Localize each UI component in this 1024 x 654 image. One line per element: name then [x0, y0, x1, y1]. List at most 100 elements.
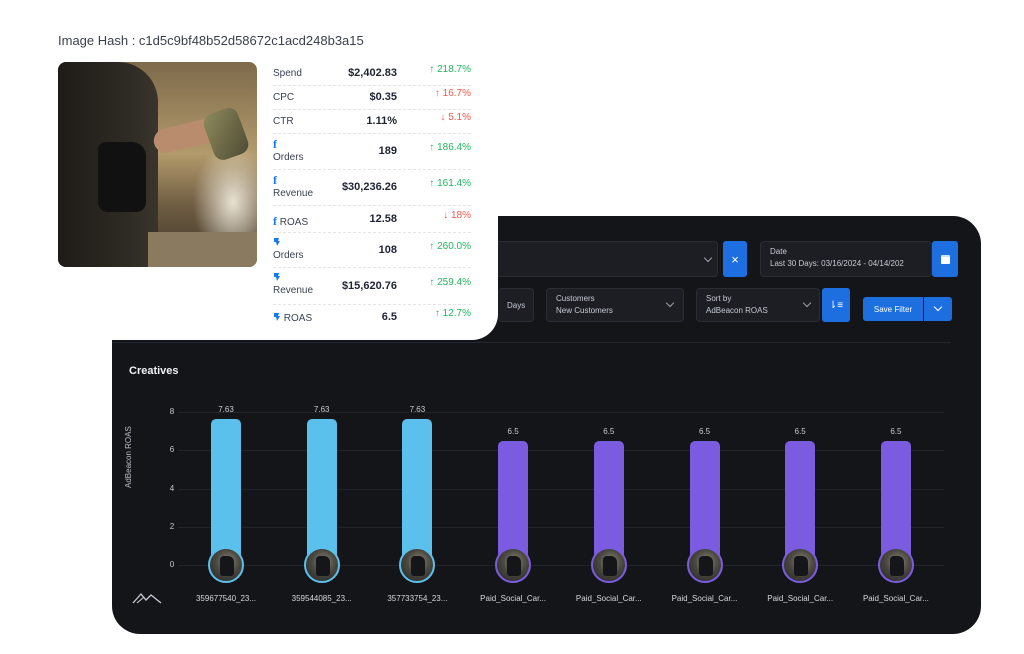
bar-value-label: 6.5: [890, 426, 902, 436]
stat-name: CPC: [273, 92, 295, 103]
stat-value: 1.11%: [366, 115, 397, 127]
stat-row: f ROAS 12.58 ↓ 18%: [273, 206, 471, 233]
date-value: Last 30 Days: 03/16/2024 - 04/14/202: [770, 259, 904, 268]
x-tick-label: Paid_Social_Car...: [480, 594, 546, 603]
adbeacon-icon: [274, 273, 280, 281]
stat-name: ROAS: [273, 312, 312, 324]
stat-change: ↓ 5.1%: [440, 112, 471, 123]
y-tick-label: 2: [169, 521, 175, 531]
facebook-icon: f: [273, 213, 277, 228]
stat-value: 6.5: [381, 310, 397, 323]
stat-change: ↑ 260.0%: [429, 240, 471, 252]
creative-thumbnail[interactable]: [495, 547, 532, 583]
bar-value-label: 7.63: [218, 405, 234, 415]
chevron-down-icon: [665, 298, 675, 308]
bar-value-label: 6.5: [698, 426, 711, 436]
stat-value: 189: [378, 145, 397, 157]
adbeacon-icon: [274, 312, 280, 321]
creative-thumbnail[interactable]: [877, 547, 914, 583]
sort-desc-icon: ⇂≡: [828, 299, 844, 311]
bar-value-label: 7.63: [409, 405, 426, 415]
section-title: Creatives: [129, 365, 179, 377]
stat-change: ↑ 16.7%: [434, 88, 471, 99]
customers-value: New Customers: [556, 306, 613, 315]
adbeacon-logo-icon: [132, 593, 162, 604]
image-hash: Image Hash : c1d5c9bf48b52d58672c1acd248…: [58, 33, 364, 48]
facebook-icon: f: [273, 137, 277, 151]
stat-row: Spend $2,402.83 ↑ 218.7%: [273, 62, 471, 86]
calendar-button[interactable]: [932, 241, 958, 277]
stat-change: ↓ 18%: [443, 209, 471, 221]
stat-change: ↑ 186.4%: [429, 142, 471, 153]
x-tick-label: Paid_Social_Car...: [575, 594, 642, 603]
grid-line: [178, 565, 944, 566]
x-tick-label: Paid_Social_Car...: [671, 594, 738, 603]
stat-name: Orders: [273, 237, 304, 262]
save-filter-menu-button[interactable]: [924, 297, 952, 321]
chevron-down-icon: [703, 253, 713, 263]
x-tick-label: Paid_Social_Car...: [862, 594, 929, 603]
stat-value: 12.58: [369, 212, 397, 225]
bar-value-label: 6.5: [794, 426, 806, 436]
stat-name: f Orders: [273, 137, 304, 163]
stat-value: 108: [378, 243, 397, 256]
days-select[interactable]: Days: [498, 288, 534, 322]
stat-row: f Revenue $30,236.26 ↑ 161.4%: [273, 170, 471, 206]
creative-thumbnail: [58, 62, 257, 267]
stat-change: ↑ 259.4%: [429, 276, 471, 288]
x-tick-label: 357733754_23...: [387, 594, 448, 603]
clear-button[interactable]: ×: [723, 241, 747, 277]
stat-change: ↑ 12.7%: [434, 307, 471, 319]
grid-line: [178, 412, 944, 413]
sort-direction-button[interactable]: ⇂≡: [822, 288, 850, 322]
stat-value: $2,402.83: [348, 67, 397, 79]
chevron-down-icon: [802, 298, 812, 308]
x-tick-label: 359544085_23...: [291, 594, 352, 603]
divider: [112, 342, 951, 343]
stat-name: f ROAS: [273, 213, 309, 228]
stat-value: $30,236.26: [341, 181, 397, 193]
adbeacon-icon: [274, 238, 280, 246]
stat-name: CTR: [273, 116, 294, 127]
bar-value-label: 7.63: [313, 405, 330, 415]
stat-row: CTR 1.11% ↓ 5.1%: [273, 110, 471, 134]
stat-row: f Orders 189 ↑ 186.4%: [273, 134, 471, 170]
calendar-icon: [940, 254, 950, 264]
save-filter-button[interactable]: Save Filter: [863, 297, 923, 321]
customers-label: Customers: [556, 294, 595, 303]
stat-change: ↑ 161.4%: [429, 178, 471, 189]
creative-thumbnail[interactable]: [782, 547, 819, 583]
sort-value: AdBeacon ROAS: [706, 306, 768, 315]
stat-change: ↑ 218.7%: [429, 64, 471, 75]
creative-thumbnail[interactable]: [399, 547, 436, 583]
stat-row: Orders 108 ↑ 260.0%: [273, 233, 471, 268]
stat-name: f Revenue: [273, 173, 314, 199]
grid-line: [178, 526, 944, 528]
y-tick-label: 6: [169, 445, 175, 455]
x-tick-label: 359677540_23...: [195, 594, 257, 603]
x-tick-label: Paid_Social_Car...: [767, 594, 834, 603]
stat-value: $15,620.76: [341, 279, 397, 292]
stat-row: Revenue $15,620.76 ↑ 259.4%: [273, 268, 471, 305]
stat-value: $0.35: [369, 91, 397, 103]
y-tick-label: 0: [169, 560, 175, 569]
creative-thumbnail[interactable]: [590, 547, 627, 583]
stat-name: Spend: [273, 68, 302, 79]
creative-thumbnail[interactable]: [208, 547, 244, 583]
stat-row: CPC $0.35 ↑ 16.7%: [273, 86, 471, 110]
bar-value-label: 6.5: [507, 426, 519, 436]
date-label: Date: [770, 247, 787, 256]
creative-thumbnail[interactable]: [303, 547, 340, 583]
grid-line: [178, 450, 944, 452]
customers-select[interactable]: Customers New Customers: [546, 288, 684, 322]
stat-name: Revenue: [273, 272, 313, 297]
y-axis-label: AdBeacon ROAS: [124, 426, 133, 488]
creative-thumbnail[interactable]: [686, 547, 723, 583]
y-tick-label: 8: [169, 407, 175, 416]
facebook-icon: f: [273, 173, 277, 187]
sort-select[interactable]: Sort by AdBeacon ROAS: [696, 288, 820, 322]
stat-row: ROAS 6.5 ↑ 12.7%: [273, 305, 471, 330]
days-label: Days: [507, 301, 526, 310]
y-tick-label: 4: [169, 483, 175, 493]
date-picker[interactable]: Date Last 30 Days: 03/16/2024 - 04/14/20…: [760, 241, 932, 277]
